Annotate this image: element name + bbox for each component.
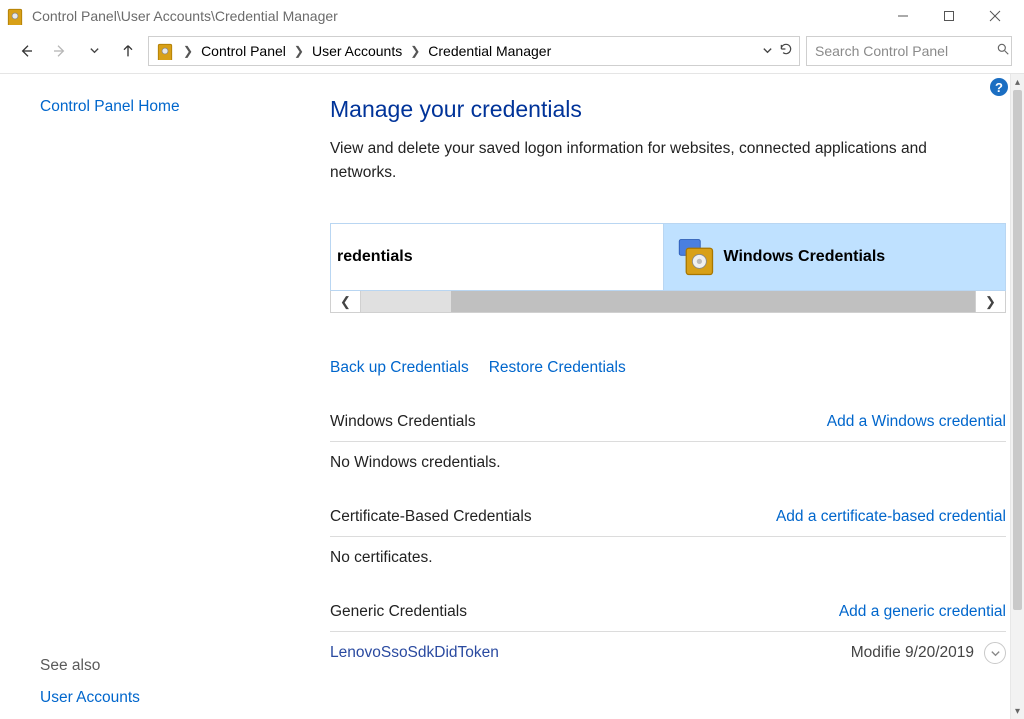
search-icon xyxy=(996,42,1010,59)
tabs-scroll-thumb[interactable] xyxy=(451,291,975,312)
tabs-scroll-right[interactable]: ❯ xyxy=(975,291,1005,312)
breadcrumb-separator-icon: ❯ xyxy=(406,44,424,58)
tab-label: redentials xyxy=(331,248,413,266)
recent-locations-dropdown[interactable] xyxy=(80,37,108,65)
content-body: ? ▴ ▾ Control Panel Home See also User A… xyxy=(0,74,1024,719)
tabs-scroll-left[interactable]: ❮ xyxy=(331,291,361,312)
tab-label: Windows Credentials xyxy=(724,248,886,266)
section-title: Generic Credentials xyxy=(330,603,467,621)
title-bar: Control Panel\User Accounts\Credential M… xyxy=(0,0,1024,32)
chevron-down-icon[interactable] xyxy=(984,642,1006,664)
refresh-button[interactable] xyxy=(779,42,793,59)
nav-back-button[interactable] xyxy=(12,37,40,65)
page-description: View and delete your saved logon informa… xyxy=(330,137,970,185)
maximize-button[interactable] xyxy=(926,1,972,31)
nav-up-button[interactable] xyxy=(114,37,142,65)
credential-manager-app-icon xyxy=(6,7,24,25)
breadcrumb-separator-icon: ❯ xyxy=(179,44,197,58)
search-input[interactable] xyxy=(815,43,996,59)
breadcrumb-item[interactable]: Control Panel xyxy=(201,43,286,59)
minimize-button[interactable] xyxy=(880,1,926,31)
tabs-horizontal-scrollbar[interactable]: ❮ ❯ xyxy=(330,291,1006,313)
credential-row[interactable]: LenovoSsoSdkDidToken Modifie 9/20/2019 xyxy=(330,632,1006,664)
search-box[interactable] xyxy=(806,36,1012,66)
breadcrumb-item[interactable]: User Accounts xyxy=(312,43,402,59)
breadcrumb-separator-icon: ❯ xyxy=(290,44,308,58)
section-empty-text: No Windows credentials. xyxy=(330,442,1006,472)
tab-windows-credentials[interactable]: Windows Credentials xyxy=(664,224,1006,290)
backup-credentials-link[interactable]: Back up Credentials xyxy=(330,359,469,377)
see-also-label: See also xyxy=(40,657,282,675)
window-title: Control Panel\User Accounts\Credential M… xyxy=(32,8,880,24)
main-panel: Manage your credentials View and delete … xyxy=(300,74,1024,719)
breadcrumb-item[interactable]: Credential Manager xyxy=(428,43,551,59)
add-windows-credential-link[interactable]: Add a Windows credential xyxy=(827,413,1006,431)
toolbar: ❯ Control Panel ❯ User Accounts ❯ Creden… xyxy=(0,32,1024,74)
section-title: Windows Credentials xyxy=(330,413,476,431)
page-heading: Manage your credentials xyxy=(330,96,1006,123)
nav-forward-button[interactable] xyxy=(46,37,74,65)
add-generic-credential-link[interactable]: Add a generic credential xyxy=(839,603,1006,621)
close-button[interactable] xyxy=(972,1,1018,31)
address-dropdown-icon[interactable] xyxy=(762,43,773,59)
control-panel-home-link[interactable]: Control Panel Home xyxy=(40,98,282,116)
sidebar: Control Panel Home See also User Account… xyxy=(0,74,300,719)
user-accounts-link[interactable]: User Accounts xyxy=(40,689,282,707)
address-bar[interactable]: ❯ Control Panel ❯ User Accounts ❯ Creden… xyxy=(148,36,800,66)
tabs-scroll-track[interactable] xyxy=(361,291,975,312)
tab-web-credentials[interactable]: redentials xyxy=(331,224,664,290)
location-icon xyxy=(155,41,175,61)
safe-icon xyxy=(674,236,716,278)
section-empty-text: No certificates. xyxy=(330,537,1006,567)
credential-type-tabs: redentials Windows Credentials xyxy=(330,223,1006,291)
credential-name: LenovoSsoSdkDidToken xyxy=(330,644,499,662)
section-title: Certificate-Based Credentials xyxy=(330,508,532,526)
restore-credentials-link[interactable]: Restore Credentials xyxy=(489,359,626,377)
credential-modified-date: Modifie 9/20/2019 xyxy=(851,644,974,662)
add-certificate-credential-link[interactable]: Add a certificate-based credential xyxy=(776,508,1006,526)
